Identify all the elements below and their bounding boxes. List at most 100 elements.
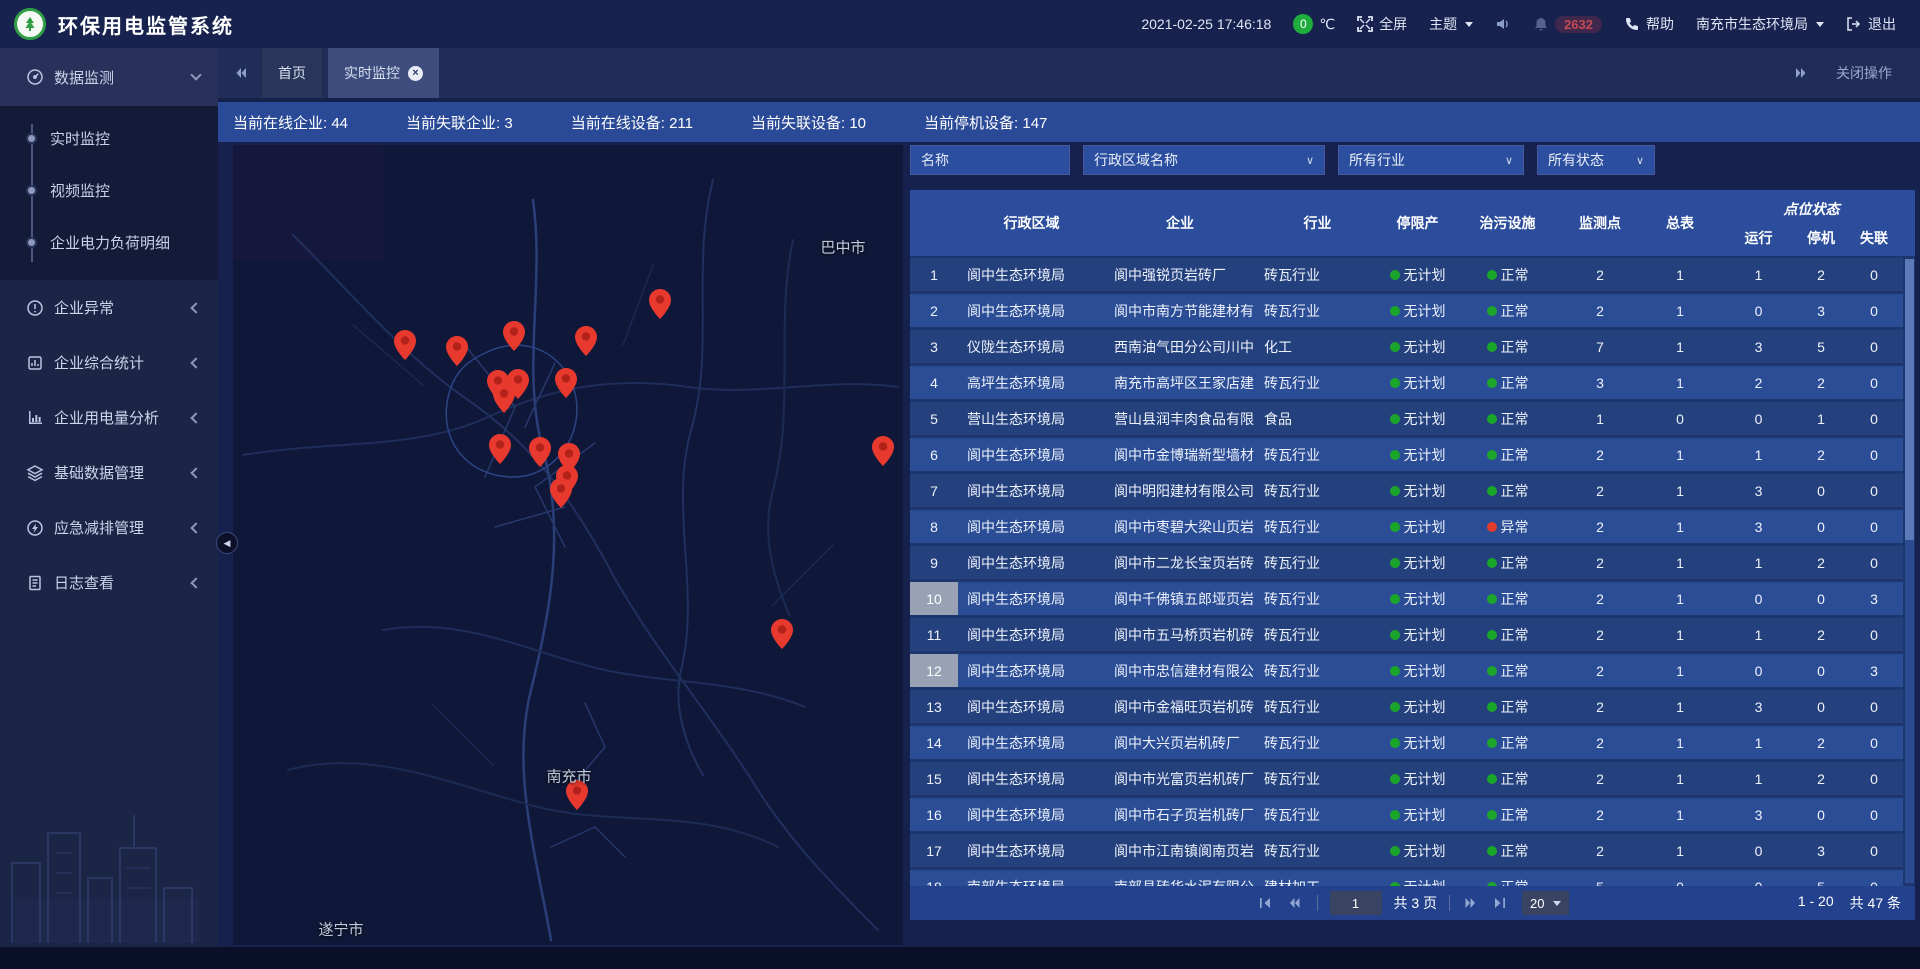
scrollbar-thumb[interactable] [1905,259,1914,540]
cell-region: 营山生态环境局 [958,409,1105,429]
industry-select[interactable]: 所有行业 ∨ [1338,145,1524,175]
status-dot-green [1487,558,1497,568]
map-pin[interactable] [503,321,525,351]
sidebar-item-企业电力负荷明细[interactable]: 企业电力负荷明细 [0,216,218,268]
map-pin[interactable] [872,436,894,466]
sidebar-group-基础数据管理[interactable]: 基础数据管理 [0,445,218,500]
table-row[interactable]: 1阆中生态环境局阆中强锐页岩砖厂砖瓦行业无计划正常21120 [910,258,1903,291]
pagination-bar: 共 3 页 20 [910,886,1915,920]
page-number-input[interactable] [1329,891,1381,915]
logout-button[interactable]: 退出 [1846,14,1896,34]
map-pin[interactable] [555,368,577,398]
tab-实时监控[interactable]: 实时监控× [328,48,439,98]
map-collapse-button[interactable]: ◀ [216,532,238,554]
cell-company: 南充市高坪区王家店建 [1105,373,1255,393]
sidebar-item-label: 视频监控 [50,180,110,201]
cell-monitor-points: 2 [1560,303,1640,319]
cell-total-meter: 1 [1640,771,1720,787]
sidebar-group-应急减排管理[interactable]: 应急减排管理 [0,500,218,555]
theme-button[interactable]: 主题 [1429,14,1473,34]
fullscreen-button[interactable]: 全屏 [1357,14,1407,34]
sidebar-group-日志查看[interactable]: 日志查看 [0,555,218,610]
sidebar-item-实时监控[interactable]: 实时监控 [0,112,218,164]
table-row[interactable]: 13阆中生态环境局阆中市金福旺页岩机砖砖瓦行业无计划正常21300 [910,690,1903,723]
sound-button[interactable] [1495,16,1511,32]
region-select[interactable]: 行政区域名称 ∨ [1083,145,1325,175]
table-row[interactable]: 7阆中生态环境局阆中明阳建材有限公司砖瓦行业无计划正常21300 [910,474,1903,507]
cell-industry: 砖瓦行业 [1255,769,1380,789]
table-row[interactable]: 2阆中生态环境局阆中市南方节能建材有砖瓦行业无计划正常21030 [910,294,1903,327]
table-row[interactable]: 6阆中生态环境局阆中市金博瑞新型墙材砖瓦行业无计划正常21120 [910,438,1903,471]
table-row[interactable]: 3仪陇生态环境局西南油气田分公司川中化工无计划正常71350 [910,330,1903,363]
table-row[interactable]: 18南部生态环境局南部县砖华水泥有限公建材加工无计划正常50050 [910,870,1903,886]
map-pin[interactable] [649,289,671,319]
status-dot-green [1487,738,1497,748]
cell-industry: 砖瓦行业 [1255,265,1380,285]
table-row[interactable]: 10阆中生态环境局阆中千佛镇五郎垭页岩砖瓦行业无计划正常21003 [910,582,1903,615]
table-row[interactable]: 9阆中生态环境局阆中市二龙长宝页岩砖砖瓦行业无计划正常21120 [910,546,1903,579]
map-pin[interactable] [575,326,597,356]
map-canvas[interactable]: 巴中市南充市遂宁市 [233,145,903,945]
name-search-input[interactable] [910,145,1070,175]
table-row[interactable]: 15阆中生态环境局阆中市光富页岩机砖厂砖瓦行业无计划正常21120 [910,762,1903,795]
tabs-scroll-right-button[interactable] [1788,48,1814,98]
status-select[interactable]: 所有状态 ∨ [1537,145,1655,175]
stats-bar: 当前在线企业: 44当前失联企业: 3当前在线设备: 211当前失联设备: 10… [218,102,1920,142]
stat-label: 当前失联设备: [751,115,849,132]
page-size-select[interactable]: 20 [1522,891,1568,915]
last-page-button[interactable] [1492,896,1510,910]
table-row[interactable]: 14阆中生态环境局阆中大兴页岩机砖厂砖瓦行业无计划正常21120 [910,726,1903,759]
map-pin[interactable] [550,478,572,508]
sidebar-group-企业异常[interactable]: 企业异常 [0,280,218,335]
cell-disconnected: 0 [1845,267,1903,283]
status-dot-green [1487,306,1497,316]
cell-production-limit: 无计划 [1380,733,1455,753]
tab-首页[interactable]: 首页 [262,48,322,98]
map-pin[interactable] [493,383,515,413]
sidebar-item-视频监控[interactable]: 视频监控 [0,164,218,216]
org-menu[interactable]: 南充市生态环境局 [1696,14,1824,34]
table-scrollbar[interactable] [1905,259,1914,883]
table-row[interactable]: 8阆中生态环境局阆中市枣碧大梁山页岩砖瓦行业无计划异常21300 [910,510,1903,543]
help-button[interactable]: 帮助 [1624,14,1674,34]
status-dot-green [1390,486,1400,496]
map-pin[interactable] [446,336,468,366]
temperature: 0 ℃ [1293,14,1335,34]
table-row[interactable]: 11阆中生态环境局阆中市五马桥页岩机砖砖瓦行业无计划正常21120 [910,618,1903,651]
cell-total-meter: 1 [1640,267,1720,283]
cell-company: 阆中大兴页岩机砖厂 [1105,733,1255,753]
table-row[interactable]: 16阆中生态环境局阆中市石子页岩机砖厂砖瓦行业无计划正常21300 [910,798,1903,831]
cell-company: 阆中市光富页岩机砖厂 [1105,769,1255,789]
sidebar-group-企业综合统计[interactable]: 企业综合统计 [0,335,218,390]
table-row[interactable]: 12阆中生态环境局阆中市忠信建材有限公砖瓦行业无计划正常21003 [910,654,1903,687]
cell-region: 阆中生态环境局 [958,625,1105,645]
cell-stopped: 0 [1797,591,1845,607]
map-pin[interactable] [489,434,511,464]
prev-page-button[interactable] [1286,896,1304,910]
cell-region: 阆中生态环境局 [958,589,1105,609]
col-pollution-facility: 治污设施 [1455,190,1560,256]
sidebar-group-企业用电量分析[interactable]: 企业用电量分析 [0,390,218,445]
cell-production-limit: 无计划 [1380,409,1455,429]
table-row[interactable]: 5营山生态环境局营山县润丰肉食品有限食品无计划正常10010 [910,402,1903,435]
tabs-scroll-left-button[interactable] [228,48,254,98]
map-roads [233,145,903,945]
cell-total-meter: 1 [1640,627,1720,643]
stat-item: 当前停机设备: 147 [924,112,1047,133]
cell-running: 1 [1720,447,1797,463]
map-pin[interactable] [394,330,416,360]
map-pin[interactable] [771,619,793,649]
sidebar-group-数据监测[interactable]: 数据监测 [0,48,218,106]
first-page-button[interactable] [1256,896,1274,910]
layers-icon [26,464,44,482]
table-row[interactable]: 17阆中生态环境局阆中市江南镇阆南页岩砖瓦行业无计划正常21030 [910,834,1903,867]
close-operations-button[interactable]: 关闭操作 [1836,63,1892,83]
cell-industry: 砖瓦行业 [1255,517,1380,537]
table-row[interactable]: 4高坪生态环境局南充市高坪区王家店建砖瓦行业无计划正常31220 [910,366,1903,399]
tab-close-icon[interactable]: × [408,66,423,81]
next-page-button[interactable] [1462,896,1480,910]
map-pin[interactable] [529,437,551,467]
stat-item: 当前失联设备: 10 [751,112,866,133]
status-dot-green [1487,450,1497,460]
notifications-button[interactable]: 2632 [1533,16,1602,33]
